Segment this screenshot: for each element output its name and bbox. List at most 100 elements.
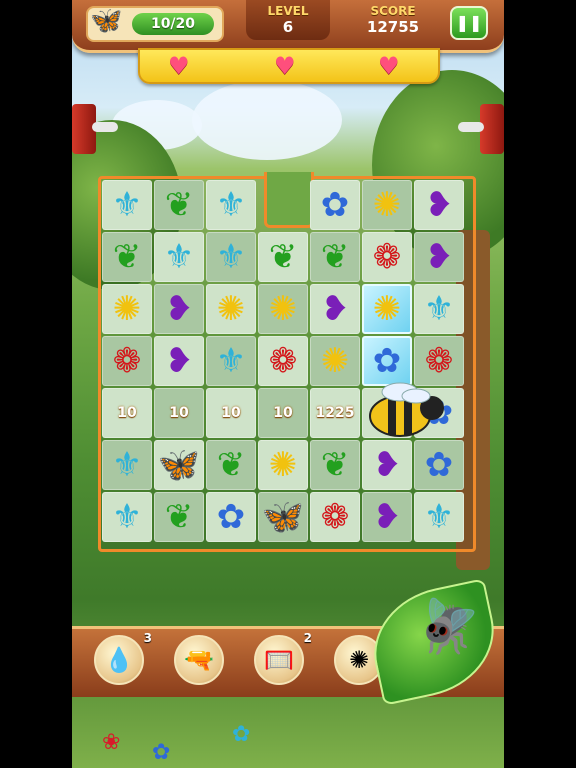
pinwheel-icon: ✺ <box>348 646 370 674</box>
board-tile[interactable]: ❥ <box>414 232 464 282</box>
board-tile[interactable]: ✺ <box>258 284 308 334</box>
board-tile[interactable]: ❥ <box>414 180 464 230</box>
left-peg <box>72 104 118 154</box>
board-tile[interactable]: ✺ <box>206 284 256 334</box>
board-tile[interactable]: 1225 <box>310 388 360 438</box>
rose-red-icon: ❁ <box>268 341 298 381</box>
score-value: 12755 <box>366 18 420 36</box>
board-tile[interactable]: ❁ <box>362 232 412 282</box>
sunflower-yellow-icon: ✺ <box>112 289 142 329</box>
board-tile[interactable]: ✿ <box>310 180 360 230</box>
board-tile[interactable]: ✺ <box>362 284 412 334</box>
butterfly-icon: 🦋 <box>90 6 123 36</box>
game-screen: 🦋 10/20 LEVEL 6 SCORE 12755 ❚❚ ♥ ♥ ♥ ⚜ ❦ ⚜… <box>72 0 504 768</box>
top-bar: 🦋 10/20 LEVEL 6 SCORE 12755 ❚❚ <box>72 0 504 53</box>
board-tile[interactable]: ✿ <box>362 336 412 386</box>
heart-icon: ♥ <box>274 52 296 80</box>
board-tile[interactable]: 🦋 <box>154 440 204 490</box>
board-tile[interactable]: ❥ <box>310 284 360 334</box>
board-tile[interactable]: ❥ <box>362 440 412 490</box>
board-notch <box>264 172 314 228</box>
board-tile[interactable]: 🦋 <box>258 492 308 542</box>
board-tile[interactable]: ❁ <box>102 336 152 386</box>
board-tile[interactable]: ⚜ <box>206 180 256 230</box>
sunflower-yellow-icon: ✺ <box>320 341 350 381</box>
board-tile[interactable]: ⚜ <box>414 492 464 542</box>
board-tile[interactable]: ❥ <box>362 492 412 542</box>
board-tile[interactable]: ❥ <box>154 336 204 386</box>
board-tile[interactable]: ❦ <box>102 232 152 282</box>
points-popup: 10 <box>273 405 293 421</box>
powerup-net[interactable]: 🥅 2 <box>254 631 312 685</box>
tulip-purple-icon: ❥ <box>320 289 350 329</box>
lily-teal-icon: ⚜ <box>111 445 143 485</box>
peg-knob <box>458 122 484 132</box>
water-drop-icon: 💧 <box>104 646 134 674</box>
board-tile[interactable]: ✺ <box>258 440 308 490</box>
board-tile[interactable]: 10 <box>102 388 152 438</box>
calla-green-icon: ❦ <box>164 497 194 537</box>
board-tile[interactable]: ⚜ <box>414 284 464 334</box>
lily-teal-icon: ⚜ <box>423 289 455 329</box>
water-gun-icon: 🔫 <box>184 646 214 674</box>
board-tile[interactable]: ⚜ <box>206 232 256 282</box>
board-tile[interactable]: ❥ <box>154 284 204 334</box>
board-tile[interactable]: ❁ <box>414 336 464 386</box>
rose-red-icon: ❁ <box>372 237 402 277</box>
pause-icon: ❚❚ <box>455 13 483 32</box>
bloom-blue-icon: ✿ <box>424 445 454 485</box>
board-tile[interactable]: ❦ <box>154 180 204 230</box>
board-tile[interactable]: ❦ <box>206 440 256 490</box>
right-peg <box>458 104 504 154</box>
calla-green-icon: ❦ <box>320 237 350 277</box>
points-popup: 10 <box>221 405 241 421</box>
lily-teal-icon: ⚜ <box>111 497 143 537</box>
board-tile[interactable]: ⚜ <box>154 232 204 282</box>
sunflower-yellow-icon: ✺ <box>268 445 298 485</box>
powerup-water-gun[interactable]: 🔫 <box>174 635 224 685</box>
board-tile[interactable]: ⚜ <box>102 180 152 230</box>
board-tile[interactable]: ✺ <box>102 284 152 334</box>
board-tile[interactable]: ⚜ <box>102 440 152 490</box>
flower-decor: ❀ <box>102 730 121 755</box>
board-tile[interactable]: ❦ <box>310 440 360 490</box>
board-tile[interactable]: ❁ <box>310 492 360 542</box>
board-tile[interactable]: 10 <box>258 388 308 438</box>
board-tile[interactable]: ❦ <box>310 232 360 282</box>
calla-green-icon: ❦ <box>216 445 246 485</box>
board-tile[interactable]: ⚜ <box>102 492 152 542</box>
tulip-purple-icon: ❥ <box>164 341 194 381</box>
bee-icon <box>369 382 444 437</box>
tulip-purple-icon: ❥ <box>424 185 454 225</box>
rose-red-icon: ❁ <box>424 341 454 381</box>
board-tile[interactable]: ✿ <box>414 440 464 490</box>
board-tile[interactable]: 10 <box>154 388 204 438</box>
game-board: ⚜ ❦ ⚜ ✿ ✺ ❥ ❦ ⚜ ⚜ ❦ ❦ ❁ ❥ ✺ ❥ ✺ ✺ ❥ ✺ ⚜ ❁ ❥ ⚜ ❁ ✺ ✿ ❁ 10 10 10 10 1225 ✿… <box>98 172 476 552</box>
cloud <box>192 80 342 160</box>
board-tile[interactable]: ❦ <box>258 232 308 282</box>
moves-counter: 🦋 10/20 <box>86 6 224 42</box>
powerup-count: 2 <box>303 631 312 645</box>
board-tile[interactable]: ❦ <box>154 492 204 542</box>
score-label: SCORE <box>370 4 416 18</box>
points-popup: 10 <box>169 405 189 421</box>
sunflower-yellow-icon: ✺ <box>216 289 246 329</box>
board-tile[interactable]: ✺ <box>310 336 360 386</box>
board-tile[interactable]: ✺ <box>362 180 412 230</box>
tulip-purple-icon: ❥ <box>424 237 454 277</box>
lives-bar: ♥ ♥ ♥ <box>138 48 440 84</box>
fly-icon[interactable]: 🪰 <box>416 596 481 657</box>
powerup-count: 3 <box>143 631 152 645</box>
rose-red-icon: ❁ <box>320 497 350 537</box>
heart-icon: ♥ <box>378 52 400 80</box>
calla-green-icon: ❦ <box>320 445 350 485</box>
pause-button[interactable]: ❚❚ <box>450 6 488 40</box>
lily-teal-icon: ⚜ <box>215 341 247 381</box>
peg-knob <box>92 122 118 132</box>
tulip-purple-icon: ❥ <box>372 497 402 537</box>
powerup-water-drop[interactable]: 💧 3 <box>94 631 152 685</box>
board-tile[interactable]: ❁ <box>258 336 308 386</box>
board-tile[interactable]: 10 <box>206 388 256 438</box>
board-tile[interactable]: ⚜ <box>206 336 256 386</box>
board-tile[interactable]: ✿ <box>206 492 256 542</box>
